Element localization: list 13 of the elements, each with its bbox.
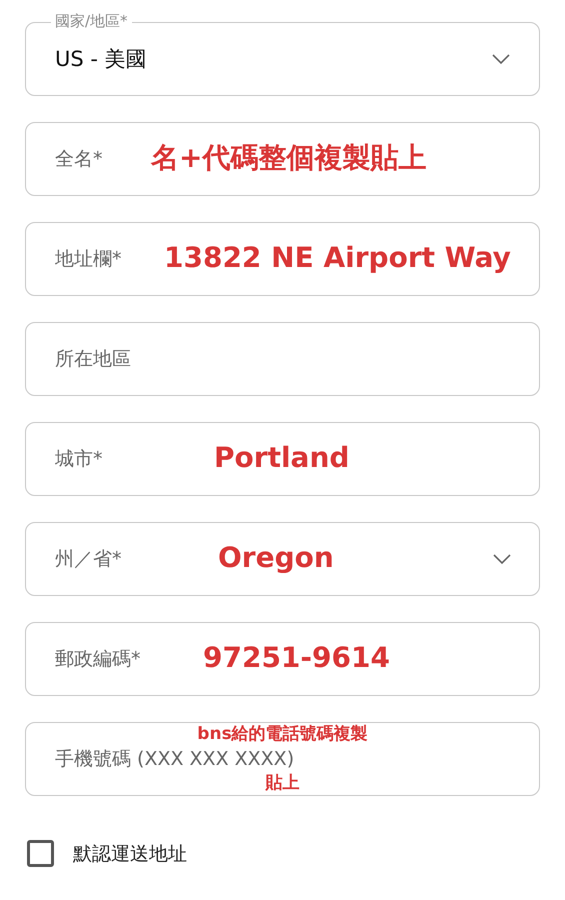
chevron-down-icon <box>492 553 512 565</box>
annotation-text: Oregon <box>218 544 334 572</box>
annotation-text: 貼上 <box>266 775 300 792</box>
annotation-text: Portland <box>214 444 350 472</box>
annotation-text: 13822 NE Airport Way <box>164 244 511 272</box>
annotation-text: bns給的電話號碼複製 <box>197 726 368 743</box>
input-field[interactable]: 所在地區 <box>25 322 540 396</box>
chevron-down-icon <box>491 53 511 65</box>
annotation-text: 97251-9614 <box>203 644 390 672</box>
field-label: 國家/地區* <box>51 12 132 30</box>
annotation-text: 名+代碼整個複製貼上 <box>151 144 426 172</box>
checkbox-label: 默認運送地址 <box>73 842 187 866</box>
checkbox[interactable] <box>27 840 54 867</box>
